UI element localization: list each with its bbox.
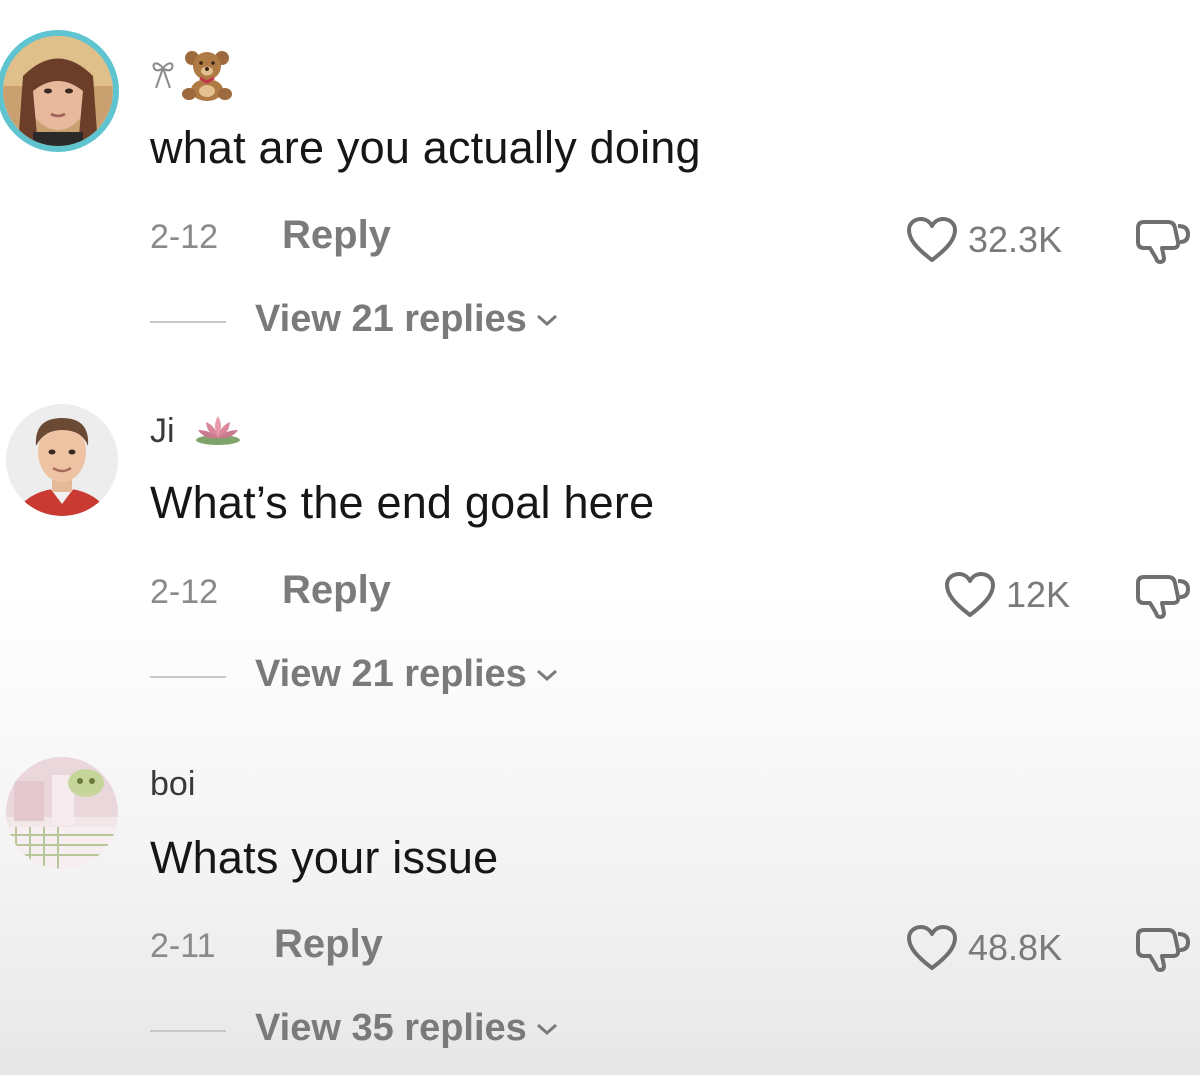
lotus-icon xyxy=(193,410,243,451)
like-count: 12K xyxy=(1006,574,1071,615)
dislike-button[interactable] xyxy=(1134,926,1192,972)
avatar[interactable] xyxy=(6,757,118,869)
comment-text: Whats your issue xyxy=(150,832,499,883)
like-button[interactable]: 48.8K xyxy=(906,924,1062,972)
like-count: 48.8K xyxy=(968,927,1063,968)
username[interactable]: Ji xyxy=(150,412,175,451)
reply-button[interactable]: Reply xyxy=(274,922,383,967)
chevron-down-icon xyxy=(536,669,557,681)
view-replies-button[interactable]: View 21 replies xyxy=(255,653,559,696)
comment-date: 2-11 xyxy=(150,927,216,965)
thumbs-down-icon xyxy=(1136,575,1191,619)
comment-date: 2-12 xyxy=(150,573,219,611)
replies-divider xyxy=(150,1030,226,1032)
chevron-down-icon xyxy=(536,1023,557,1035)
comment-item: boi Whats your issue 2-11 Reply 48.8K Vi… xyxy=(0,0,1200,1049)
view-replies-button[interactable]: View 35 replies xyxy=(255,1007,559,1050)
like-button[interactable]: 12K xyxy=(944,571,1070,619)
thumbs-down-icon xyxy=(1136,928,1191,972)
comment-text: What’s the end goal here xyxy=(150,477,655,528)
username[interactable]: boi xyxy=(150,765,195,804)
replies-divider xyxy=(150,676,226,678)
view-replies-label: View 21 replies xyxy=(255,653,527,695)
view-replies-label: View 35 replies xyxy=(255,1007,527,1049)
dislike-button[interactable] xyxy=(1134,573,1192,619)
heart-outline-icon xyxy=(945,572,995,617)
reply-button[interactable]: Reply xyxy=(282,568,391,613)
avatar[interactable] xyxy=(6,404,118,516)
heart-outline-icon xyxy=(907,925,957,970)
